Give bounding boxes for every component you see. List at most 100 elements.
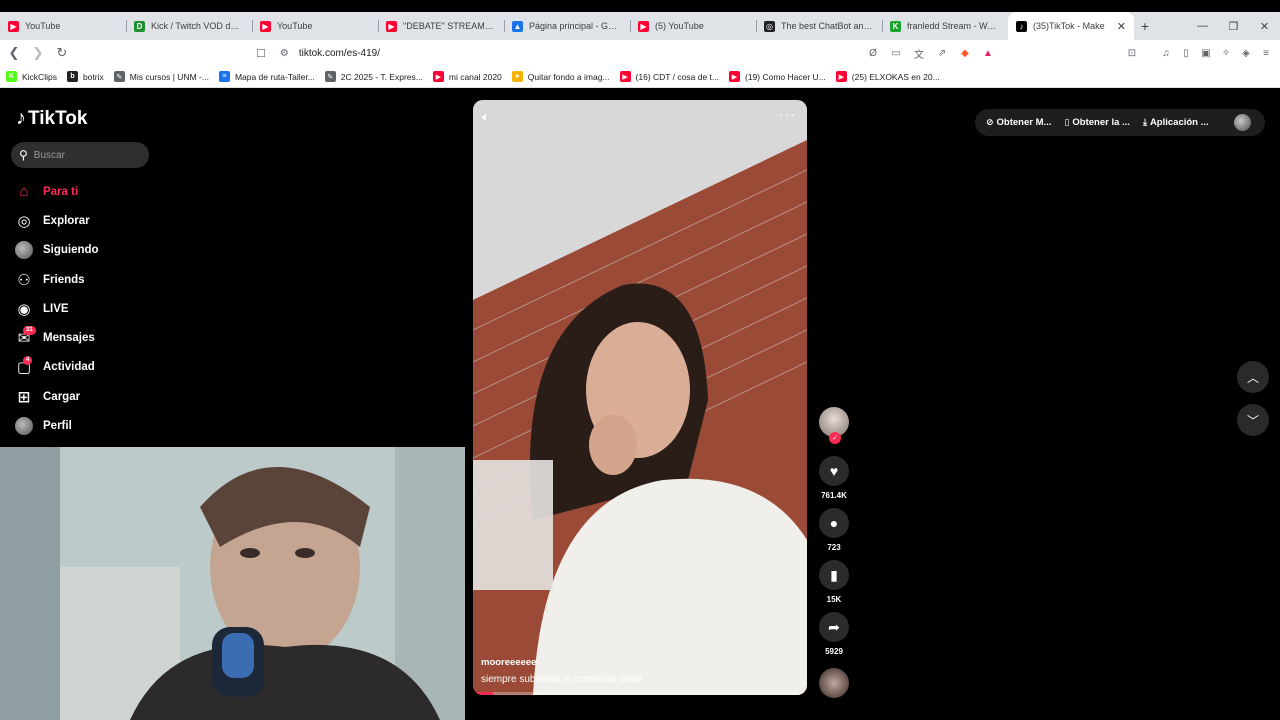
reload-icon[interactable]: ↻ — [52, 43, 72, 63]
bookmark-star-icon[interactable]: ☐ — [256, 47, 266, 60]
sidebar-item[interactable]: ▢ 4 Actividad — [14, 353, 99, 382]
sidebar-item-label: Cargar — [43, 390, 81, 403]
tab-title: YouTube — [277, 21, 313, 31]
media-icon[interactable]: ♫ — [1158, 45, 1174, 61]
user-avatar[interactable] — [1234, 114, 1251, 131]
bookmark-item[interactable]: b botrix — [66, 71, 104, 82]
more-options-icon[interactable]: ··· — [779, 106, 796, 122]
sidebar-item[interactable]: ⊞ Cargar — [14, 382, 99, 411]
comment-count: 723 — [827, 543, 841, 552]
toolbar-icons: ⊡ ♫ ▯ ▣ ✧ ◈ ≡ — [1124, 43, 1274, 63]
translate-icon[interactable]: 文 — [911, 45, 927, 61]
tab-favicon-icon: ♪ — [1016, 20, 1027, 32]
back-icon[interactable]: ❮ — [4, 43, 24, 63]
tracking-icon[interactable]: Ø — [865, 45, 881, 61]
search-box[interactable]: ⚲ — [11, 142, 149, 168]
friends-icon: ⚇ — [17, 271, 31, 289]
comment-icon[interactable]: ● — [819, 508, 849, 538]
share-arrow-icon[interactable]: ➦ — [819, 612, 849, 642]
bookmark-icon[interactable]: ▮ — [819, 560, 849, 590]
vpn-icon[interactable]: ◈ — [1238, 45, 1254, 61]
tab-search-icon[interactable]: ⊡ — [1124, 45, 1140, 61]
rewards-icon[interactable]: ▲ — [980, 45, 996, 61]
screen-top-edge — [0, 0, 1280, 12]
get-app-button[interactable]: ▯ Obtener la ... — [1064, 117, 1130, 128]
browser-tab[interactable]: ◎ The best ChatBot and Wi — [756, 12, 882, 40]
tiktok-note-icon: ♪ — [16, 107, 26, 129]
phone-icon: ▯ — [1064, 117, 1070, 127]
bookmark-item[interactable]: ▶ mi canal 2020 — [432, 71, 502, 82]
site-info-icon[interactable]: ⚙ — [280, 48, 289, 59]
url-text[interactable]: tiktok.com/es-419/ — [299, 48, 380, 59]
sidebar-item[interactable]: ◎ Explorar — [14, 206, 99, 235]
bookmark-item[interactable]: ▶ (16) CDT / cosa de t... — [619, 71, 719, 82]
tab-title: (5) YouTube — [655, 21, 704, 31]
follow-check-icon[interactable]: ✓ — [829, 432, 841, 444]
browser-tab[interactable]: D Kick / Twitch VOD downlo — [126, 12, 252, 40]
search-icon: ⚲ — [19, 148, 28, 162]
bookmark-favicon-icon: ✎ — [324, 71, 336, 82]
creator-avatar[interactable]: ✓ — [819, 407, 849, 444]
sidebar-nav: ⌂ Para ti ◎ Explorar Siguiendo ⚇ Friends ◉ LIVE ✉… — [14, 177, 99, 441]
bookmark-item[interactable]: ✎ Mis cursos | UNM -... — [113, 71, 209, 82]
cast-icon[interactable]: ▭ — [888, 45, 904, 61]
video-player[interactable]: 🔈︎ ··· mooreeeeee_ siempre subiendo el c… — [473, 100, 807, 695]
browser-tab[interactable]: ▲ Página principal - Google — [504, 12, 630, 40]
sidebar-item[interactable]: ⌂ Para ti — [14, 177, 99, 206]
window-close-icon[interactable]: ✕ — [1249, 12, 1280, 40]
sidebar-item[interactable]: Siguiendo — [14, 236, 99, 265]
tiktok-logo[interactable]: ♪ TikTok — [16, 107, 87, 130]
live-icon: ◉ — [17, 300, 31, 318]
shield-brave-icon[interactable]: ◆ — [957, 45, 973, 61]
next-video-chevron-down-icon[interactable]: ﹀ — [1237, 404, 1269, 436]
browser-tab[interactable]: ♪ (35)TikTok - Make ✕ — [1008, 12, 1134, 40]
forward-icon[interactable]: ❯ — [28, 43, 48, 63]
download-app-button[interactable]: ⤓ Aplicación ... — [1143, 117, 1209, 128]
bookmark-item[interactable]: ✎ 2C 2025 - T. Expres... — [324, 71, 423, 82]
notification-badge: 31 — [23, 326, 36, 336]
bookmark-item[interactable]: K KickClips — [6, 71, 57, 82]
restore-icon[interactable]: ❐ — [1218, 12, 1249, 40]
bookmark-item[interactable]: ● Quitar fondo a imag... — [511, 71, 610, 82]
browser-tab[interactable]: ▶ YouTube — [0, 12, 126, 40]
leo-icon[interactable]: ✧ — [1218, 45, 1234, 61]
get-coins-button[interactable]: ⊘ Obtener M... — [986, 117, 1051, 128]
minimize-icon[interactable]: — — [1187, 12, 1218, 40]
wallet-icon[interactable]: ▣ — [1198, 45, 1214, 61]
video-username[interactable]: mooreeeeee_ — [481, 657, 642, 668]
sidebar-item[interactable]: ⚇ Friends — [14, 265, 99, 294]
previous-video-chevron-up-icon[interactable]: ︿ — [1237, 361, 1269, 393]
tab-close-icon[interactable]: ✕ — [1117, 20, 1126, 33]
video-progress-bar[interactable] — [473, 692, 807, 695]
new-tab-icon[interactable]: + — [1134, 12, 1156, 40]
sidebar-item[interactable]: Perfil — [14, 411, 99, 440]
omnibox[interactable]: ☐ ⚙ tiktok.com/es-419/ Ø ▭ 文 ⇗ ◆ ▲ — [256, 43, 996, 63]
browser-tab[interactable]: ▶ (5) YouTube — [630, 12, 756, 40]
share-icon[interactable]: ⇗ — [934, 45, 950, 61]
video-description: siempre subiendo el contenido tarde — [481, 674, 643, 685]
top-right-actions: ⊘ Obtener M... ▯ Obtener la ... ⤓ Aplica… — [975, 109, 1265, 136]
bookmark-item[interactable]: ▶ (19) Como Hacer U... — [729, 71, 826, 82]
browser-tab[interactable]: ▶ "DEBATE" STREAMERS UN — [378, 12, 504, 40]
tab-favicon-icon: ▶ — [8, 20, 19, 32]
bookmark-favicon-icon: ✎ — [113, 71, 125, 82]
share-count: 5929 — [825, 647, 843, 656]
sidebar-icon[interactable]: ▯ — [1178, 45, 1194, 61]
menu-icon[interactable]: ≡ — [1258, 45, 1274, 61]
bookmark-label: (25) ELXOKAS en 20... — [851, 71, 940, 82]
tab-favicon-icon: ▶ — [638, 20, 649, 32]
sidebar-item[interactable]: ✉ 31 Mensajes — [14, 323, 99, 352]
bookmark-label: 2C 2025 - T. Expres... — [340, 71, 423, 82]
browser-tab[interactable]: ▶ YouTube — [252, 12, 378, 40]
bookmark-item[interactable]: ≡ Mapa de ruta-Taller... — [218, 71, 315, 82]
sidebar-item[interactable]: ◉ LIVE — [14, 294, 99, 323]
search-input[interactable] — [33, 149, 134, 161]
music-disc-icon[interactable] — [819, 668, 849, 698]
volume-icon[interactable]: 🔈︎ — [482, 109, 490, 125]
bookmark-item[interactable]: ▶ (25) ELXOKAS en 20... — [835, 71, 940, 82]
browser-tab[interactable]: Kfranledd Stream - Watch — [882, 12, 1008, 40]
like-icon[interactable]: ♥ — [819, 456, 849, 486]
tab-title: "DEBATE" STREAMERS UN — [403, 21, 496, 31]
bookmarks-bar: K KickClips b botrix ✎ Mis cursos | UNM -... ≡… — [0, 66, 1280, 88]
action-column: ✓ ♥ 761.4K ● 723 ▮ 15K ➦ 5929 — [817, 407, 851, 698]
